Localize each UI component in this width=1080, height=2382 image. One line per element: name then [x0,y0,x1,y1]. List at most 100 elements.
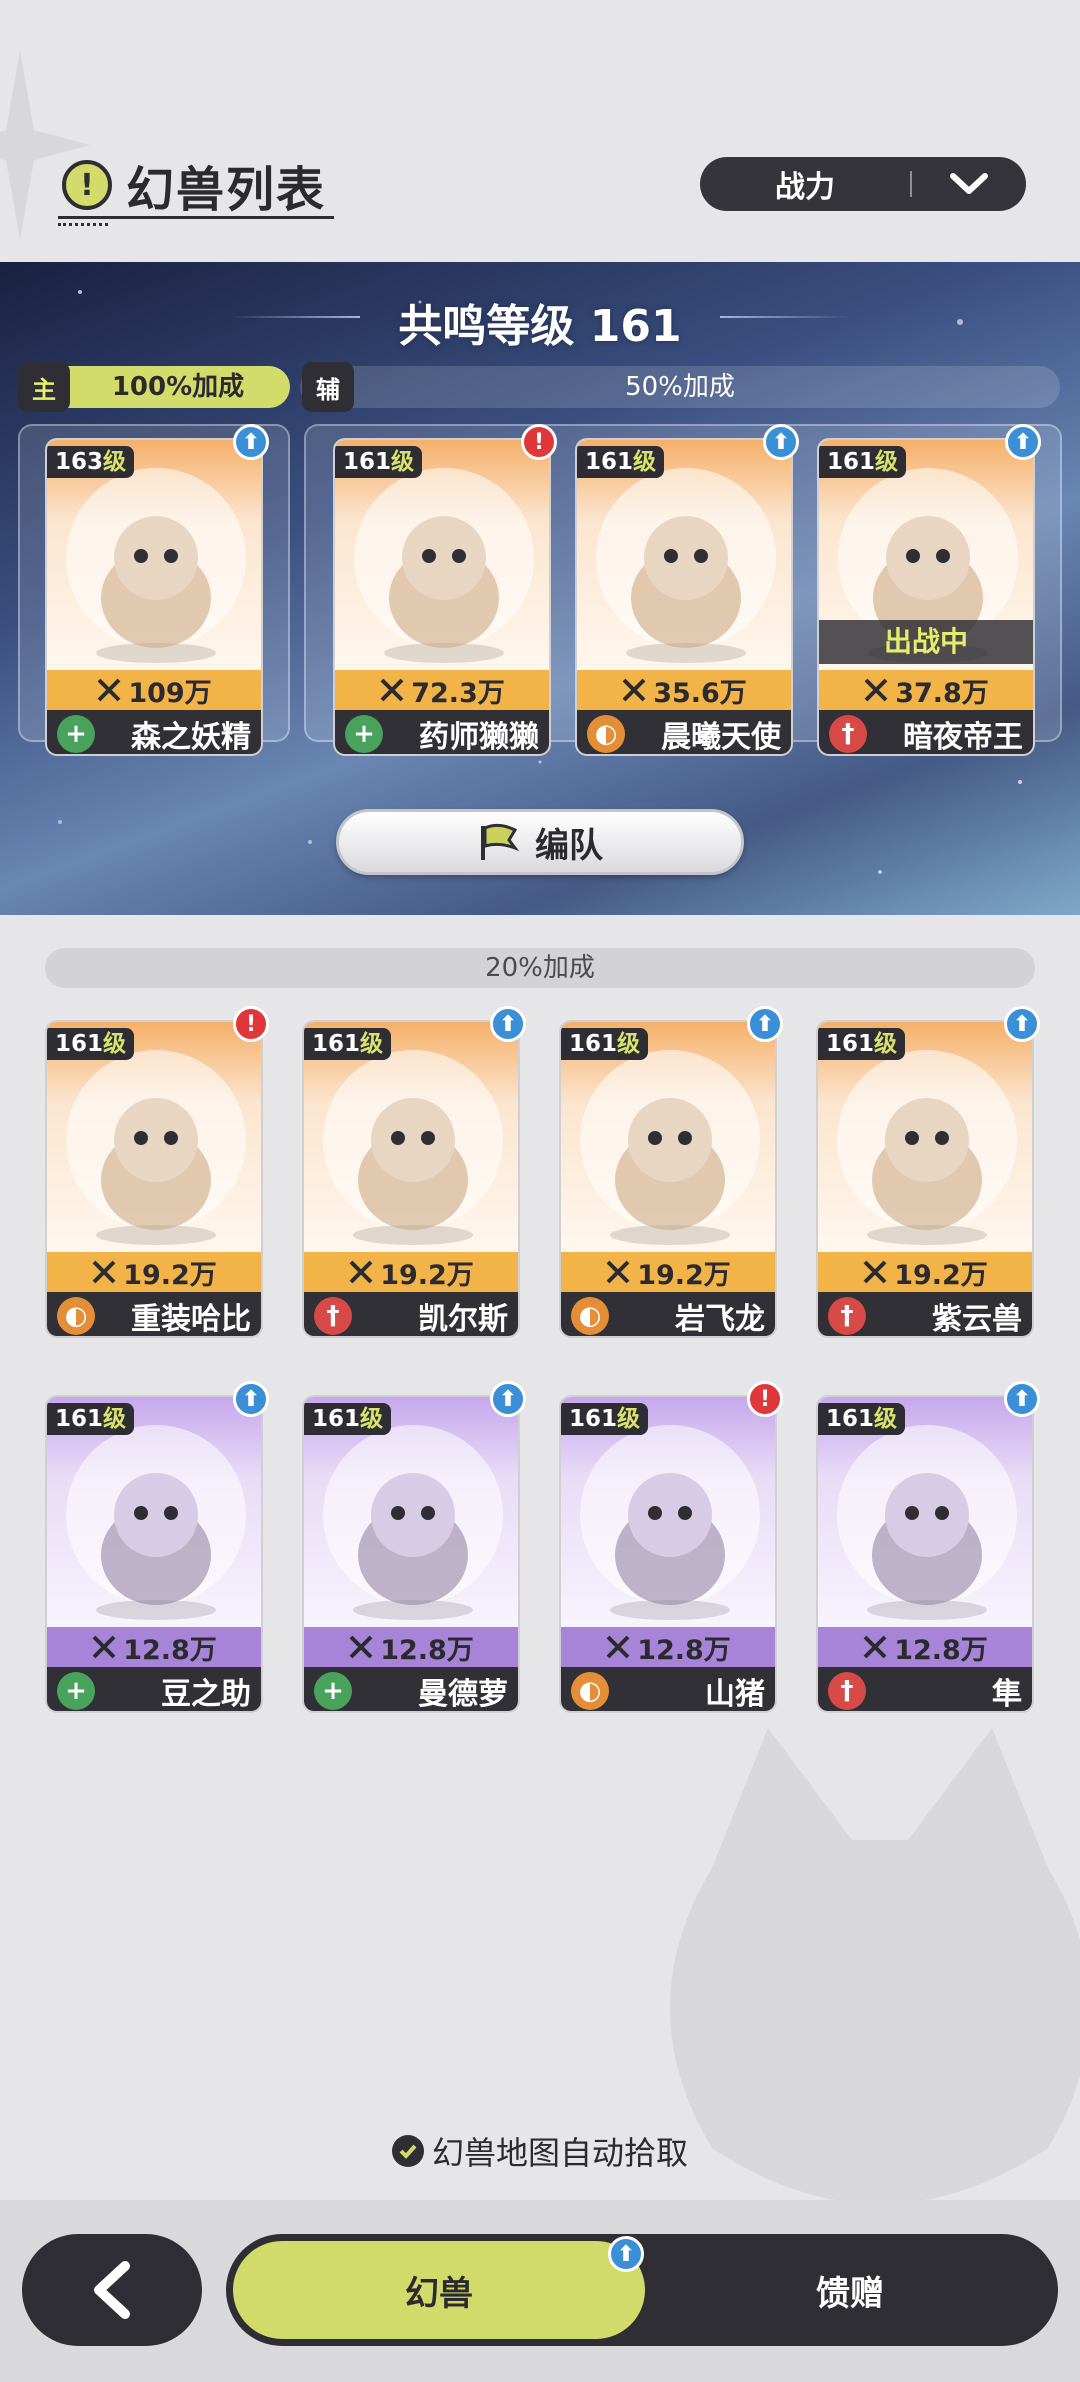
beast-card[interactable]: 161级 35.6万 ◐ 晨曦天使 [575,438,793,756]
level-label: 161级 [47,1028,135,1060]
alert-icon: ! [747,1381,783,1417]
support-role-icon: + [57,715,95,753]
beast-portrait [96,1098,216,1245]
beast-card[interactable]: 163级 109万 + 森之妖精 [45,438,263,756]
sort-dropdown[interactable]: 战力 [700,157,1026,211]
beast-card[interactable]: 161级 19.2万 † 紫云兽 [816,1020,1034,1338]
support-role-icon: + [345,715,383,753]
upgrade-arrow-icon: ⬆ [1005,424,1041,460]
defense-role-icon: ◐ [587,715,625,753]
power-value: 72.3万 [335,670,549,710]
auto-pickup-toggle[interactable]: 幻兽地图自动拾取 [0,2128,1080,2174]
team-button-label: 编队 [535,825,603,866]
beast-portrait [96,1473,216,1620]
title-underline [58,216,334,219]
level-label: 161级 [561,1028,649,1060]
beast-name: 凯尔斯 [418,1302,508,1337]
beast-portrait [610,1473,730,1620]
beast-portrait [867,1473,987,1620]
name-bar: + 药师獭獭 [335,710,549,755]
attack-role-icon: † [314,1297,352,1335]
info-icon: ! [62,160,112,210]
beast-name: 晨曦天使 [661,720,781,755]
crossed-swords-icon [622,678,646,702]
beast-card[interactable]: 161级 12.8万 ◐ 山猪 [559,1395,777,1713]
crossed-swords-icon [863,1635,887,1659]
name-bar: † 紫云兽 [818,1292,1032,1336]
support-role-icon: + [57,1672,95,1710]
name-bar: + 森之妖精 [47,710,261,755]
resonance-level-title: 共鸣等级 161 [398,301,682,352]
team-formation-button[interactable]: 编队 [336,809,744,875]
decorative-star-icon [0,50,90,240]
beast-card[interactable]: 161级 12.8万 + 豆之助 [45,1395,263,1713]
crossed-swords-icon [380,678,404,702]
level-label: 161级 [47,1403,135,1435]
power-value: 109万 [47,670,261,710]
name-bar: ◐ 山猪 [561,1667,775,1711]
beast-portrait [96,516,216,663]
beast-name: 重装哈比 [131,1302,251,1337]
auto-pickup-label: 幻兽地图自动拾取 [431,2134,688,2172]
name-bar: † 暗夜帝王 [819,710,1033,755]
beast-card[interactable]: 161级 12.8万 + 曼德萝 [302,1395,520,1713]
power-value: 12.8万 [47,1627,261,1667]
beast-card[interactable]: 161级 19.2万 † 凯尔斯 [302,1020,520,1338]
upgrade-arrow-icon: ⬆ [490,1006,526,1042]
power-value: 12.8万 [561,1627,775,1667]
beast-name: 岩飞龙 [675,1302,765,1337]
alert-icon: ! [521,424,557,460]
beast-portrait [353,1473,473,1620]
power-text: 12.8万 [894,1634,988,1666]
level-label: 161级 [577,446,665,478]
sort-label: 战力 [775,170,835,205]
defense-role-icon: ◐ [571,1672,609,1710]
tab-gift[interactable]: 馈赠 [650,2238,1050,2342]
back-button[interactable] [22,2234,202,2346]
upgrade-arrow-icon: ⬆ [233,1381,269,1417]
crossed-swords-icon [92,1260,116,1284]
support-role-icon: + [314,1672,352,1710]
section-bonus-bar: 20%加成 [45,948,1035,988]
power-value: 12.8万 [304,1627,518,1667]
beast-name: 曼德萝 [418,1677,508,1712]
upgrade-arrow-icon: ⬆ [763,424,799,460]
power-text: 35.6万 [653,677,747,709]
back-arrow-icon [94,2261,130,2319]
power-text: 19.2万 [637,1259,731,1291]
beast-name: 药师獭獭 [419,720,539,755]
power-value: 19.2万 [818,1252,1032,1292]
beast-portrait [610,1098,730,1245]
beast-name: 豆之助 [161,1677,251,1712]
name-bar: † 凯尔斯 [304,1292,518,1337]
tab-beast[interactable]: 幻兽 [230,2238,648,2342]
level-label: 161级 [819,446,907,478]
beast-card[interactable]: 161级 19.2万 ◐ 岩飞龙 [559,1020,777,1338]
level-label: 161级 [304,1028,392,1060]
main-bonus-label: 100%加成 [111,372,245,402]
beast-name: 森之妖精 [131,720,251,755]
crossed-swords-icon [864,678,888,702]
name-bar: ◐ 岩飞龙 [561,1292,775,1337]
power-text: 12.8万 [123,1634,217,1666]
crossed-swords-icon [863,1260,887,1284]
power-text: 12.8万 [380,1634,474,1666]
level-label: 163级 [47,446,135,478]
attack-role-icon: † [829,715,867,753]
upgrade-arrow-icon: ⬆ [1004,1381,1040,1417]
beast-card[interactable]: 161级 19.2万 ◐ 重装哈比 [45,1020,263,1338]
beast-portrait [353,1098,473,1245]
name-bar: + 曼德萝 [304,1667,518,1712]
power-text: 37.8万 [895,677,989,709]
beast-name: 暗夜帝王 [903,720,1023,755]
power-text: 109万 [128,677,212,709]
sub-bonus-label: 50%加成 [625,372,735,402]
beast-card[interactable]: 161级 72.3万 + 药师獭獭 [333,438,551,756]
beast-card[interactable]: 161级 12.8万 † 隼 [816,1395,1034,1713]
beast-card[interactable]: 161级出战中 37.8万 † 暗夜帝王 [817,438,1035,756]
deployed-status: 出战中 [819,620,1033,664]
power-value: 12.8万 [818,1627,1032,1667]
crossed-swords-icon [349,1635,373,1659]
power-text: 12.8万 [637,1634,731,1666]
page-title: 幻兽列表 [126,162,327,218]
